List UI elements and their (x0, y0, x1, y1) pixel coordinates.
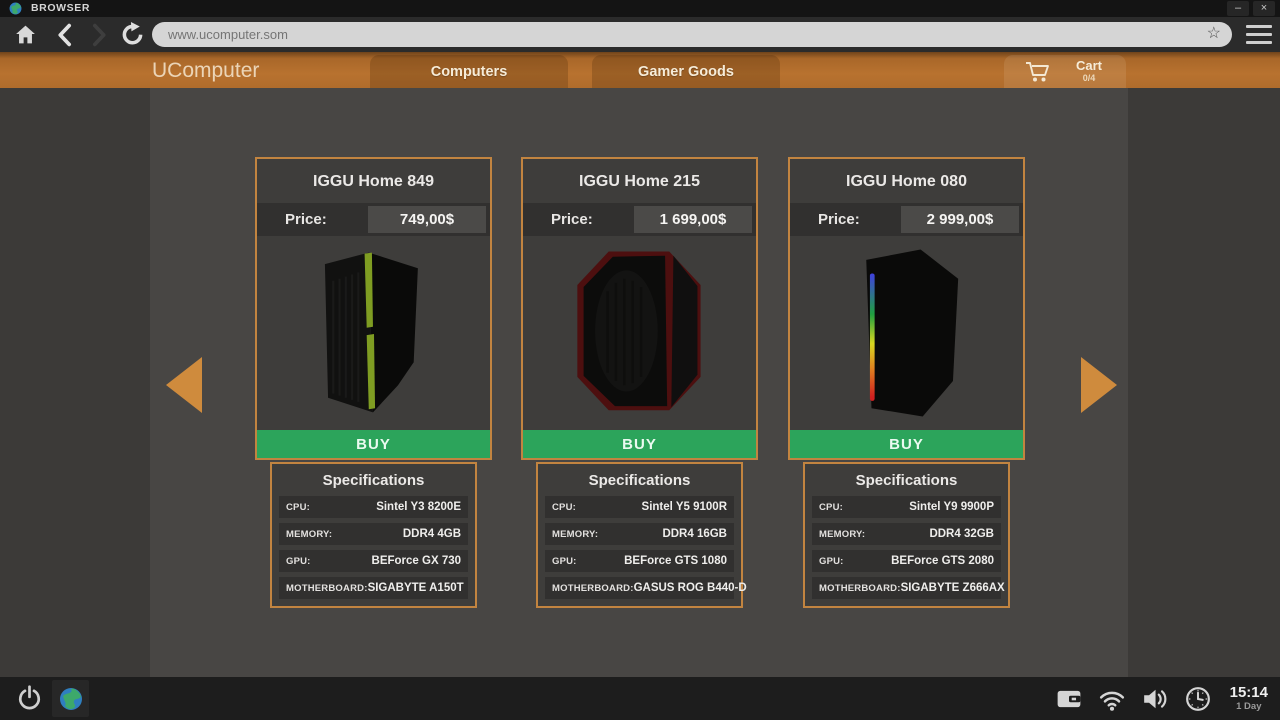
product-card: IGGU Home 215 Price: 1 699,00$ BUY (521, 157, 758, 460)
spec-row: MOTHERBOARD: SIGABYTE Z666AX (812, 577, 1005, 599)
arrow-left-icon[interactable] (166, 357, 202, 413)
price-row: Price: 2 999,00$ (790, 203, 1023, 236)
price-label: Price: (818, 211, 860, 228)
refresh-icon[interactable] (120, 22, 145, 47)
spec-row: MOTHERBOARD: GASUS ROG B440-D (545, 577, 747, 599)
pc-tower-red-trim (576, 251, 701, 411)
specs-panel: Specifications CPU: Sintel Y9 9900P MEMO… (803, 462, 1010, 608)
spec-row: CPU: Sintel Y3 8200E (279, 496, 468, 518)
product-card: IGGU Home 849 Price: 749,00$ BUY (255, 157, 492, 460)
clock-block: 15:14 1 Day (1229, 684, 1268, 713)
clock-day: 1 Day (1236, 701, 1262, 712)
specs-title: Specifications (588, 472, 691, 489)
system-tray: 15:14 1 Day (1056, 677, 1268, 720)
product-name: IGGU Home 215 (579, 173, 700, 190)
product-card: IGGU Home 080 Price: 2 999,00$ BUY (788, 157, 1025, 460)
url-text: www.ucomputer.som (168, 27, 288, 42)
volume-icon[interactable] (1142, 686, 1168, 712)
buy-button[interactable]: BUY (257, 430, 490, 458)
cart-icon (1026, 62, 1049, 82)
close-button[interactable]: × (1253, 1, 1275, 16)
buy-button[interactable]: BUY (790, 430, 1023, 458)
taskbar: 15:14 1 Day (0, 677, 1280, 720)
back-icon[interactable] (53, 22, 78, 47)
product-image (790, 236, 1023, 430)
spec-row: MEMORY: DDR4 4GB (279, 523, 468, 545)
price-label: Price: (551, 211, 593, 228)
browser-app-icon[interactable] (52, 680, 89, 717)
price-row: Price: 749,00$ (257, 203, 490, 236)
address-bar[interactable]: www.ucomputer.som ☆ (152, 22, 1232, 47)
screen: BROWSER – × www.ucomputer.som ☆ UCompute… (0, 0, 1280, 720)
spec-row: MEMORY: DDR4 16GB (545, 523, 734, 545)
spec-row: GPU: BEForce GTS 1080 (545, 550, 734, 572)
tab-gamer-goods[interactable]: Gamer Goods (592, 55, 780, 88)
spec-row: GPU: BEForce GTS 2080 (812, 550, 1001, 572)
site-brand[interactable]: UComputer (152, 52, 259, 90)
arrow-right-icon[interactable] (1081, 357, 1117, 413)
spec-row: CPU: Sintel Y5 9100R (545, 496, 734, 518)
cart-count: 0/4 (1082, 73, 1096, 83)
cart-label: Cart (1075, 58, 1102, 73)
bookmark-star-icon[interactable]: ☆ (1207, 22, 1221, 46)
wifi-icon[interactable] (1099, 686, 1125, 712)
site-navbar: UComputer Computers Gamer Goods Cart 0/4 (0, 52, 1280, 88)
specs-panel: Specifications CPU: Sintel Y5 9100R MEMO… (536, 462, 747, 608)
specs-title: Specifications (855, 472, 958, 489)
buy-button[interactable]: BUY (523, 430, 756, 458)
price-label: Price: (285, 211, 327, 228)
spec-row: MOTHERBOARD: SIGABYTE A150T (279, 577, 468, 599)
price-value: 2 999,00$ (901, 206, 1019, 233)
wallet-icon[interactable] (1056, 686, 1082, 712)
forward-icon[interactable] (86, 22, 111, 47)
clock-icon (1185, 686, 1210, 711)
product-image (523, 236, 756, 430)
home-icon[interactable] (13, 22, 38, 47)
globe-icon (59, 687, 82, 710)
spec-row: GPU: BEForce GX 730 (279, 550, 468, 572)
specs-title: Specifications (322, 472, 425, 489)
product-column: IGGU Home 215 Price: 1 699,00$ BUY Speci… (521, 157, 758, 608)
globe-logo-icon (9, 2, 22, 15)
hamburger-menu-icon[interactable] (1246, 23, 1272, 46)
window-titlebar: BROWSER – × (0, 0, 1280, 17)
product-name: IGGU Home 849 (313, 173, 434, 190)
product-column: IGGU Home 849 Price: 749,00$ BUY Specifi… (255, 157, 492, 608)
product-column: IGGU Home 080 Price: 2 999,00$ BUY Speci… (788, 157, 1025, 608)
window-title: BROWSER (31, 2, 91, 14)
price-value: 749,00$ (368, 206, 486, 233)
spec-row: MEMORY: DDR4 32GB (812, 523, 1001, 545)
browser-toolbar: www.ucomputer.som ☆ (0, 17, 1280, 52)
pc-tower-rgb-led (865, 249, 958, 417)
pc-tower-green-led (324, 252, 418, 413)
price-value: 1 699,00$ (634, 206, 752, 233)
price-row: Price: 1 699,00$ (523, 203, 756, 236)
spec-row: CPU: Sintel Y9 9900P (812, 496, 1001, 518)
cart-button[interactable]: Cart 0/4 (1004, 55, 1126, 88)
minimize-button[interactable]: – (1227, 1, 1249, 16)
clock-time: 15:14 (1229, 684, 1268, 701)
specs-panel: Specifications CPU: Sintel Y3 8200E MEMO… (270, 462, 477, 608)
product-image (257, 236, 490, 430)
tab-computers[interactable]: Computers (370, 55, 568, 88)
power-icon[interactable] (16, 685, 43, 712)
product-name: IGGU Home 080 (846, 173, 967, 190)
